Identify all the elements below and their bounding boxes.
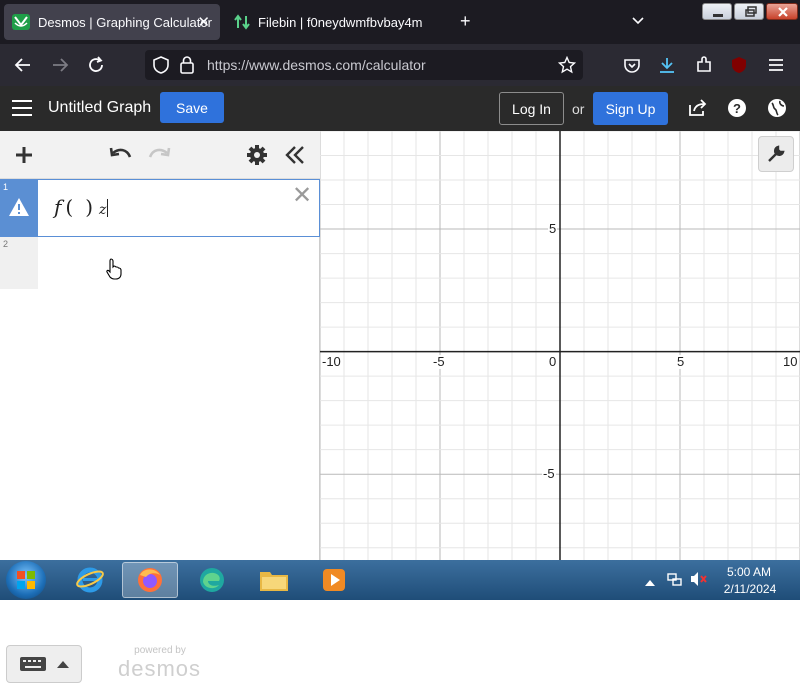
forward-icon[interactable] (49, 54, 71, 76)
edge-taskbar-button[interactable] (184, 562, 240, 598)
share-icon[interactable] (688, 98, 708, 118)
new-tab-icon[interactable]: + (460, 12, 471, 30)
pocket-icon[interactable] (621, 54, 643, 76)
file-explorer-taskbar-button[interactable] (246, 562, 302, 598)
ublock-origin-icon[interactable] (728, 54, 750, 76)
close-paren: ) (85, 195, 94, 219)
close-window-button[interactable] (766, 3, 798, 20)
or-label: or (572, 101, 585, 117)
windows-logo-icon (17, 571, 35, 589)
warning-triangle-icon[interactable] (8, 197, 30, 217)
show-hidden-icons-icon[interactable] (645, 574, 655, 592)
function-name: f (54, 195, 62, 219)
help-icon[interactable]: ? (727, 98, 747, 118)
settings-gear-icon[interactable] (245, 143, 269, 167)
desmos-logo[interactable]: desmos (118, 656, 201, 682)
keyboard-icon (20, 657, 46, 671)
tab-title: Desmos | Graphing Calculator (38, 14, 212, 30)
start-menu-button[interactable] (6, 561, 46, 599)
open-paren: ( (65, 195, 74, 219)
expression-item[interactable]: 1 f() z ✕ (0, 179, 320, 237)
close-tab-icon[interactable]: ✕ (197, 13, 210, 31)
wrench-icon (768, 145, 785, 162)
y-tick-label: 5 (548, 221, 558, 237)
expression-gutter[interactable]: 2 (0, 237, 38, 289)
hand-cursor-icon (106, 258, 122, 280)
globe-language-icon[interactable] (767, 98, 787, 118)
login-button[interactable]: Log In (499, 92, 564, 125)
url-text: https://www.desmos.com/calculator (207, 57, 426, 73)
save-button[interactable]: Save (160, 92, 224, 123)
x-tick-label: 0 (548, 353, 558, 369)
back-icon[interactable] (12, 54, 34, 76)
undo-icon[interactable] (109, 143, 133, 167)
delete-expression-icon[interactable]: ✕ (292, 184, 312, 208)
network-icon[interactable] (667, 571, 683, 592)
list-all-tabs-icon[interactable] (632, 12, 644, 30)
text-caret (107, 199, 109, 217)
variable-z: z (99, 202, 107, 218)
x-tick-label: 10 (782, 353, 799, 369)
volume-muted-icon[interactable] (690, 571, 708, 592)
clock-time[interactable]: 5:00 AM (724, 565, 774, 579)
caret-up-icon (57, 661, 69, 668)
minimize-window-button[interactable] (702, 3, 732, 20)
math-field[interactable]: f() z (54, 195, 109, 219)
browser-tab-strip: Desmos | Graphing Calculator ✕ Filebin |… (0, 0, 800, 44)
expression-toolbar (0, 131, 320, 179)
expression-index: 2 (3, 239, 9, 249)
expression-gutter[interactable]: 1 (0, 180, 38, 236)
graph-title[interactable]: Untitled Graph (48, 99, 151, 117)
tab-title: Filebin | f0neydwmfbvbay4m (258, 14, 423, 30)
lock-icon[interactable] (180, 56, 194, 79)
expression-item[interactable]: 2 (0, 237, 320, 289)
media-player-taskbar-button[interactable] (306, 562, 362, 598)
y-tick-label: -5 (542, 466, 556, 482)
svg-text:?: ? (733, 101, 741, 116)
internet-explorer-icon (76, 567, 104, 593)
media-player-icon (323, 569, 345, 591)
app-menu-icon[interactable] (765, 54, 787, 76)
grid-lines (320, 131, 800, 560)
clock-date[interactable]: 2/11/2024 (718, 582, 782, 596)
firefox-icon (138, 568, 162, 592)
edge-icon (200, 568, 224, 592)
tab-desmos[interactable]: Desmos | Graphing Calculator ✕ (4, 4, 220, 40)
graph-settings-wrench-button[interactable] (758, 136, 794, 172)
x-tick-label: -10 (321, 353, 342, 369)
keypad-toggle-button[interactable] (6, 645, 82, 683)
downloads-icon[interactable] (656, 54, 678, 76)
x-tick-label: -5 (432, 353, 446, 369)
extensions-icon[interactable] (693, 54, 715, 76)
signup-button[interactable]: Sign Up (593, 92, 668, 125)
redo-icon[interactable] (147, 143, 171, 167)
address-bar[interactable]: https://www.desmos.com/calculator (145, 50, 583, 80)
menu-icon[interactable] (12, 100, 32, 116)
powered-by-label: powered by (134, 645, 186, 656)
x-tick-label: 5 (676, 353, 686, 369)
desmos-favicon-icon (12, 14, 30, 30)
desmos-header: Untitled Graph Save Log In or Sign Up ? (0, 86, 800, 131)
expression-panel: 1 f() z ✕ 2 powered by desmos (0, 131, 320, 683)
shield-icon[interactable] (153, 56, 169, 79)
folder-icon (260, 572, 288, 591)
bookmark-star-icon[interactable] (557, 55, 577, 79)
windows-taskbar (0, 560, 800, 600)
internet-explorer-taskbar-button[interactable] (62, 562, 118, 598)
expression-index: 1 (3, 182, 9, 192)
restore-window-button[interactable] (734, 3, 764, 20)
filebin-favicon-icon (234, 14, 250, 30)
tab-filebin[interactable]: Filebin | f0neydwmfbvbay4m (228, 4, 434, 40)
firefox-taskbar-button[interactable] (122, 562, 178, 598)
collapse-panel-icon[interactable] (283, 143, 307, 167)
reload-icon[interactable] (85, 54, 107, 76)
graph-paper[interactable]: -10 -5 0 5 10 5 -5 (320, 131, 800, 560)
add-item-icon[interactable] (12, 143, 36, 167)
